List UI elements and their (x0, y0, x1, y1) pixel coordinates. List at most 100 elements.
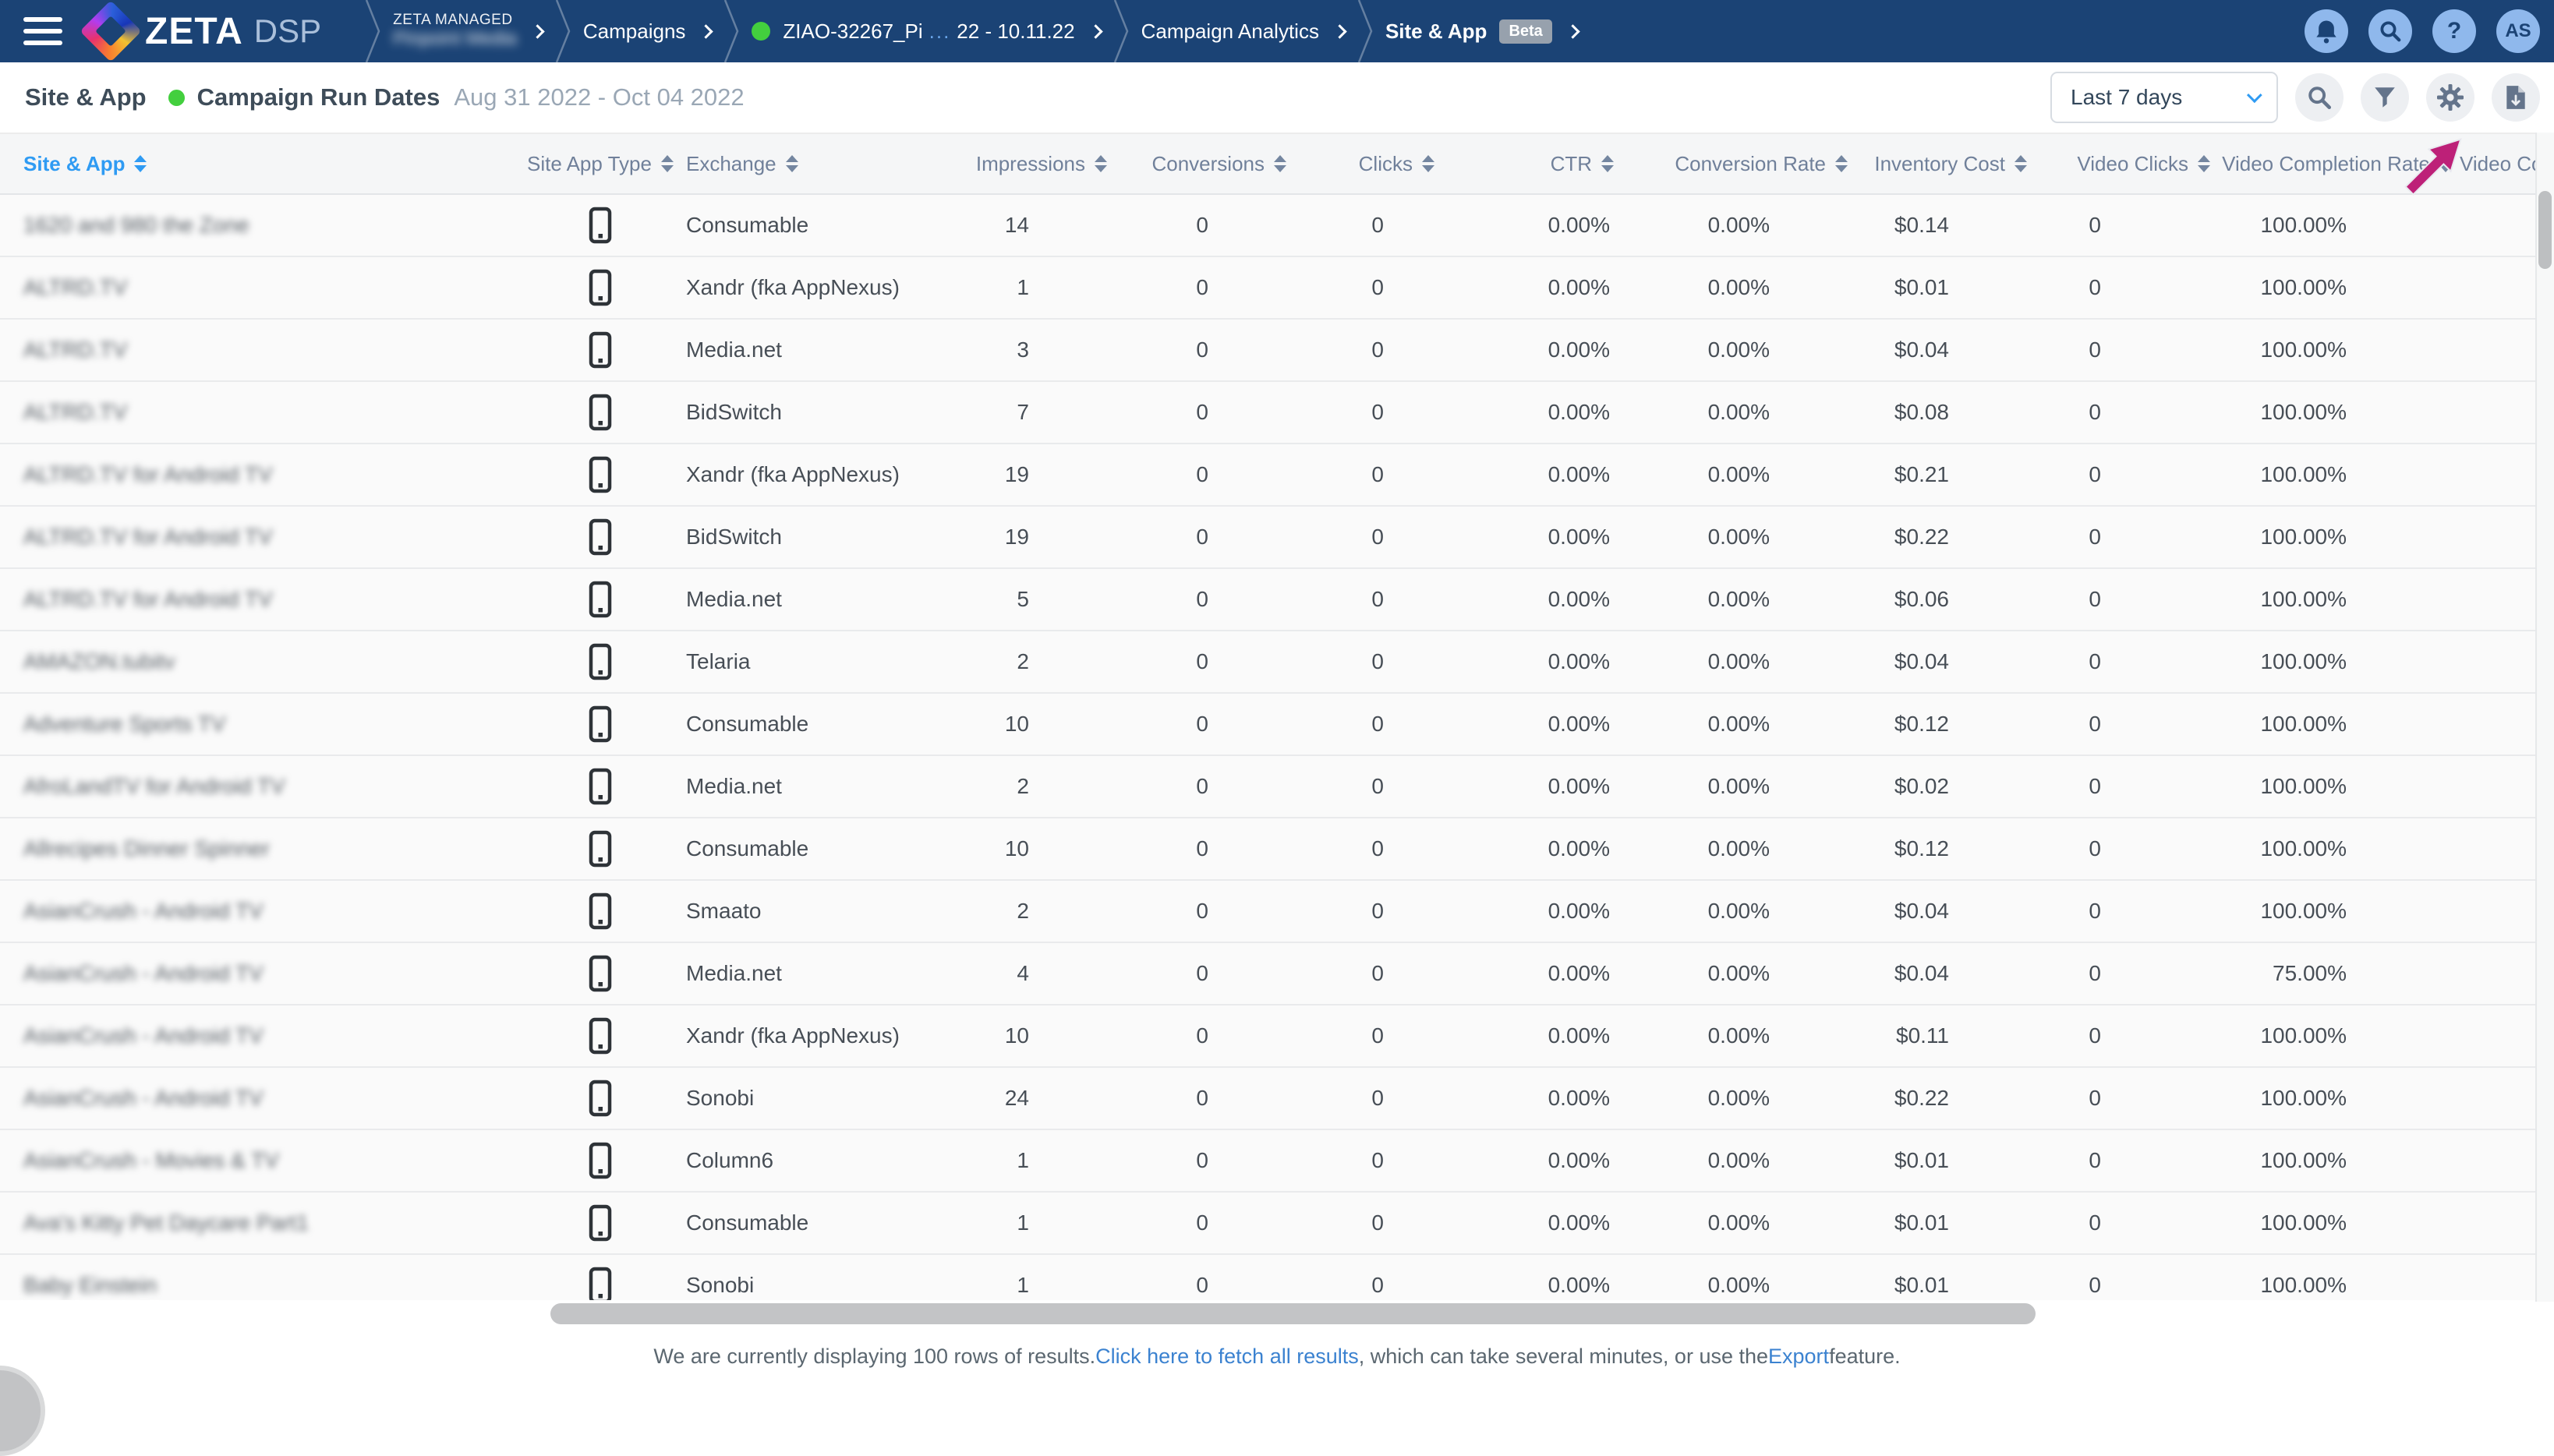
table-row[interactable]: Adventure Sports TV Consumable10000.00%0… (0, 694, 2535, 756)
hamburger-menu-icon[interactable] (23, 17, 62, 45)
table-row[interactable]: AsianCrush - Android TV Xandr (fka AppNe… (0, 1005, 2535, 1068)
breadcrumb-campaign-analytics[interactable]: Campaign Analytics (1141, 19, 1345, 44)
results-footer: We are currently displaying 100 rows of … (0, 1325, 2554, 1387)
sort-arrows-icon[interactable] (2439, 155, 2452, 172)
sort-arrows-icon[interactable] (786, 155, 798, 172)
cell-conversions: 0 (1115, 1193, 1294, 1253)
column-header-video_clicks[interactable]: Video Clicks (2035, 134, 2218, 193)
table-row[interactable]: AfroLandTV for Android TV Media.net2000.… (0, 756, 2535, 818)
column-header-exchange[interactable]: Exchange (686, 134, 971, 193)
cell-site_app: AsianCrush - Android TV (0, 1005, 515, 1066)
column-header-clicks[interactable]: Clicks (1294, 134, 1442, 193)
column-header-video_completion_rate[interactable]: Video Completion Rate (2218, 134, 2460, 193)
cell-site_app_type (515, 195, 686, 256)
cell-conversion_rate: 0.00% (1622, 631, 1855, 692)
cell-impressions: 1 (971, 257, 1115, 318)
column-header-site_app_type[interactable]: Site App Type (515, 134, 686, 193)
gear-icon (2436, 83, 2464, 111)
cell-conversion_rate: 0.00% (1622, 818, 1855, 879)
breadcrumb-site-app[interactable]: Site & App Beta (1385, 19, 1578, 44)
cell-site_app: AfroLandTV for Android TV (0, 756, 515, 817)
horizontal-scrollbar-thumb[interactable] (550, 1303, 2036, 1324)
mobile-app-icon (589, 955, 612, 992)
column-label: Conversions (1151, 152, 1265, 176)
cell-conversion_rate: 0.00% (1622, 382, 1855, 443)
sort-arrows-icon[interactable] (1835, 155, 1848, 172)
breadcrumb-managed-account[interactable]: ZETA MANAGED Pinpoint Media (393, 12, 543, 49)
column-header-inventory_cost[interactable]: Inventory Cost (1855, 134, 2035, 193)
table-row[interactable]: AsianCrush - Android TV Smaato2000.00%0.… (0, 881, 2535, 943)
breadcrumb-campaigns[interactable]: Campaigns (583, 19, 712, 44)
table-row[interactable]: ALTRD.TV Media.net3000.00%0.00%$0.040100… (0, 320, 2535, 382)
table-row[interactable]: AsianCrush - Android TV Sonobi24000.00%0… (0, 1068, 2535, 1130)
fetch-all-results-link[interactable]: Click here to fetch all results (1095, 1345, 1359, 1369)
table-row[interactable]: Allrecipes Dinner Spinner Consumable1000… (0, 818, 2535, 881)
settings-button[interactable] (2426, 73, 2474, 122)
table-row[interactable]: AMAZON.tubitv Telaria2000.00%0.00%$0.040… (0, 631, 2535, 694)
cell-ctr: 0.00% (1442, 1068, 1622, 1129)
site-app-name-redacted: AsianCrush - Android TV (23, 1023, 264, 1048)
cell-inventory_cost: $0.04 (1855, 881, 2035, 942)
cell-exchange: BidSwitch (686, 382, 971, 443)
help-button[interactable]: ? (2432, 9, 2476, 53)
cell-site_app: Allrecipes Dinner Spinner (0, 818, 515, 879)
cell-clicks: 0 (1294, 507, 1442, 567)
sort-arrows-icon[interactable] (1095, 155, 1107, 172)
cell-exchange: Column6 (686, 1130, 971, 1191)
cell-site_app: ALTRD.TV for Android TV (0, 444, 515, 505)
sort-arrows-icon[interactable] (661, 155, 674, 172)
cell-inventory_cost: $0.04 (1855, 631, 2035, 692)
column-header-site_app[interactable]: Site & App (0, 134, 515, 193)
table-row[interactable]: Ava's Kitty Pet Daycare Part1 Consumable… (0, 1193, 2535, 1255)
cell-video_clicks: 0 (2035, 1005, 2218, 1066)
filter-button[interactable] (2361, 73, 2409, 122)
sort-arrows-icon[interactable] (1601, 155, 1614, 172)
cell-inventory_cost: $0.22 (1855, 507, 2035, 567)
export-button[interactable] (2492, 73, 2540, 122)
brand-logo[interactable]: ZETA DSP (84, 9, 321, 53)
table-search-button[interactable] (2295, 73, 2344, 122)
sort-arrows-icon[interactable] (1274, 155, 1286, 172)
column-header-video_completes[interactable]: Video Completes (2460, 134, 2535, 193)
bell-icon (2315, 19, 2338, 44)
cell-site_app: ALTRD.TV (0, 320, 515, 380)
cell-conversion_rate: 0.00% (1622, 756, 1855, 817)
table-row[interactable]: AsianCrush - Android TV Media.net4000.00… (0, 943, 2535, 1005)
sort-arrows-icon[interactable] (2198, 155, 2210, 172)
sort-arrows-icon[interactable] (1422, 155, 1434, 172)
cell-video_completion_rate: 100.00% (2218, 195, 2460, 256)
cell-site_app: AsianCrush - Movies & TV (0, 1130, 515, 1191)
vertical-scrollbar-thumb[interactable] (2538, 191, 2552, 269)
column-header-impressions[interactable]: Impressions (971, 134, 1115, 193)
cell-site_app: Baby Einstein (0, 1255, 515, 1300)
date-range-select[interactable]: Last 7 days (2050, 72, 2278, 123)
global-search-button[interactable] (2368, 9, 2412, 53)
cell-inventory_cost: $0.08 (1855, 382, 2035, 443)
export-link[interactable]: Export (1768, 1345, 1829, 1369)
table-row[interactable]: ALTRD.TV BidSwitch7000.00%0.00%$0.080100… (0, 382, 2535, 444)
cell-site_app: AMAZON.tubitv (0, 631, 515, 692)
sort-arrows-icon[interactable] (134, 155, 147, 172)
table-row[interactable]: ALTRD.TV Xandr (fka AppNexus)1000.00%0.0… (0, 257, 2535, 320)
column-header-conversion_rate[interactable]: Conversion Rate (1622, 134, 1855, 193)
column-label: Clicks (1359, 152, 1413, 176)
beta-badge: Beta (1499, 19, 1551, 44)
vertical-scrollbar-track[interactable] (2535, 133, 2554, 1302)
cell-video_completes: 2 (2460, 756, 2535, 817)
table-row[interactable]: ALTRD.TV for Android TV Media.net5000.00… (0, 569, 2535, 631)
breadcrumb-separator (555, 0, 571, 62)
cell-conversion_rate: 0.00% (1622, 1193, 1855, 1253)
sort-arrows-icon[interactable] (2015, 155, 2027, 172)
table-row[interactable]: ALTRD.TV for Android TV Xandr (fka AppNe… (0, 444, 2535, 507)
column-header-ctr[interactable]: CTR (1442, 134, 1622, 193)
column-header-conversions[interactable]: Conversions (1115, 134, 1294, 193)
table-row[interactable]: ALTRD.TV for Android TV BidSwitch19000.0… (0, 507, 2535, 569)
table-row[interactable]: Baby Einstein Sonobi1000.00%0.00%$0.0101… (0, 1255, 2535, 1300)
notifications-button[interactable] (2305, 9, 2348, 53)
mobile-app-icon (589, 394, 612, 431)
breadcrumb-campaign[interactable]: ZIAO-32267_Pi ... 22 - 10.11.22 (752, 19, 1100, 44)
table-row[interactable]: 1620 and 980 the Zone Consumable14000.00… (0, 195, 2535, 257)
user-avatar[interactable]: AS (2496, 9, 2540, 53)
table-row[interactable]: AsianCrush - Movies & TV Column61000.00%… (0, 1130, 2535, 1193)
chevron-right-icon (699, 24, 713, 38)
